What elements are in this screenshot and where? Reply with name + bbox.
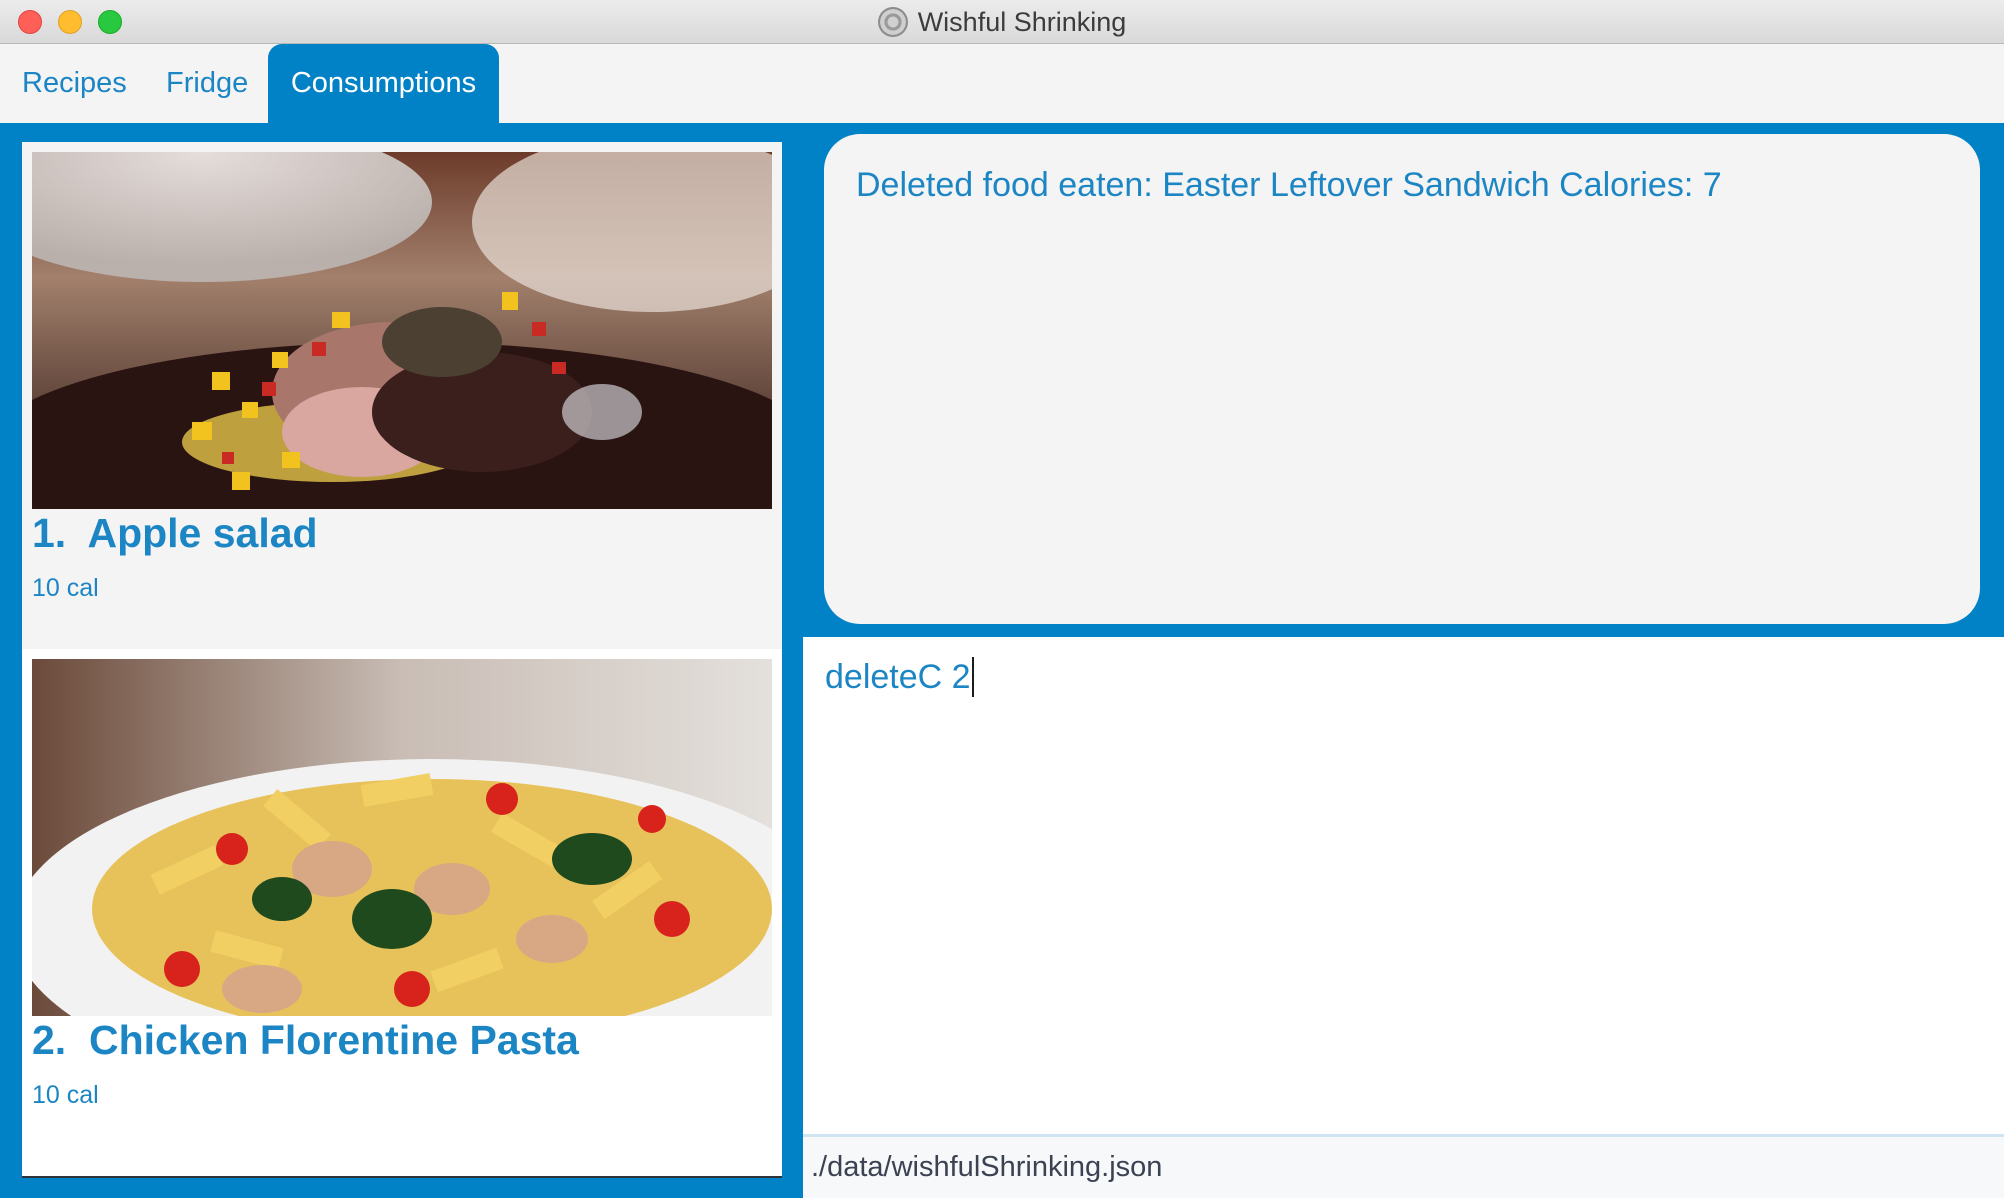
item-calories: 10 cal xyxy=(32,1081,99,1109)
item-index: 2. xyxy=(32,1017,67,1063)
list-item[interactable]: 2. Chicken Florentine Pasta 10 cal xyxy=(22,649,782,1156)
window-title: Wishful Shrinking xyxy=(917,6,1127,37)
tab-consumptions[interactable]: Consumptions xyxy=(268,44,499,123)
command-box[interactable]: deleteC 2 xyxy=(803,637,2004,1134)
app-plate-icon xyxy=(877,7,908,37)
result-display: Deleted food eaten: Easter Leftover Sand… xyxy=(824,134,1980,624)
window-title-group: Wishful Shrinking xyxy=(0,0,2004,44)
list-scrollbar[interactable] xyxy=(22,1176,782,1178)
recipe-photo xyxy=(32,152,772,509)
text-caret xyxy=(971,657,974,697)
save-file-path: ./data/wishfulShrinking.json xyxy=(811,1151,1163,1183)
item-name: Chicken Florentine Pasta xyxy=(89,1017,579,1063)
status-bar: ./data/wishfulShrinking.json xyxy=(803,1134,2004,1198)
tab-recipes[interactable]: Recipes xyxy=(2,44,147,123)
command-input[interactable]: deleteC 2 xyxy=(825,657,974,697)
consumption-list[interactable]: 1. Apple salad 10 cal 2. Chicken Florent… xyxy=(22,142,782,1178)
result-message: Deleted food eaten: Easter Leftover Sand… xyxy=(856,166,1722,204)
recipe-name: 2. Chicken Florentine Pasta xyxy=(32,1017,579,1064)
list-item[interactable]: 1. Apple salad 10 cal xyxy=(22,142,782,649)
recipe-photo xyxy=(32,659,772,1016)
item-name: Apple salad xyxy=(87,510,318,556)
item-calories: 10 cal xyxy=(32,574,99,602)
command-value: deleteC 2 xyxy=(825,657,971,696)
tab-bar: Recipes Fridge Consumptions xyxy=(0,44,2004,123)
tab-fridge[interactable]: Fridge xyxy=(146,44,268,123)
main-panel: 1. Apple salad 10 cal 2. Chicken Florent… xyxy=(0,123,2004,1198)
item-index: 1. xyxy=(32,510,67,556)
window-title-bar: Wishful Shrinking xyxy=(0,0,2004,44)
recipe-name: 1. Apple salad xyxy=(32,510,318,557)
